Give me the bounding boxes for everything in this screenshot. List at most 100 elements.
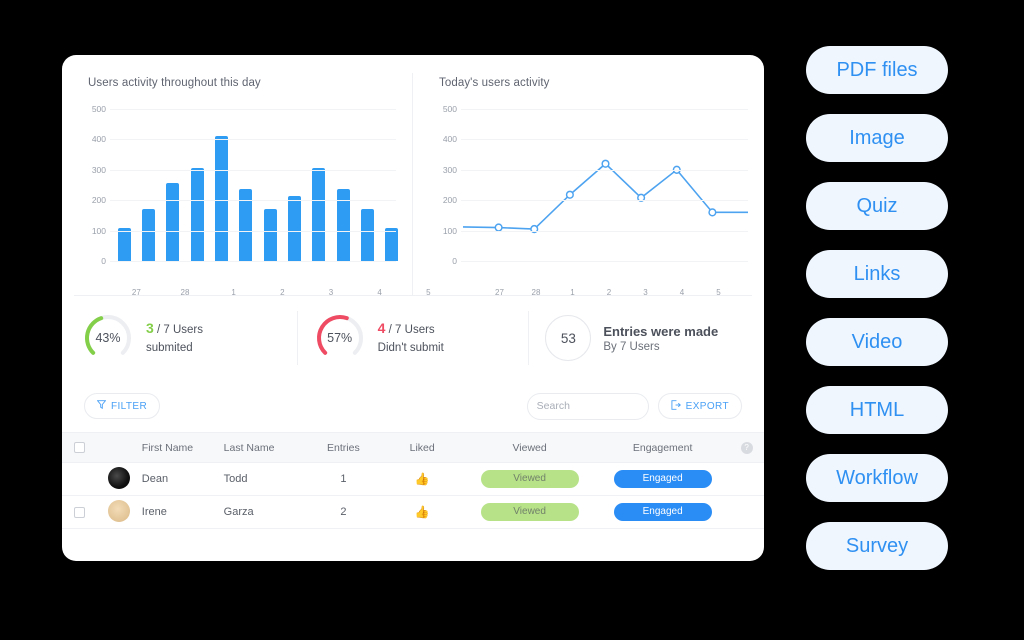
screen: Users activity throughout this day 0 100 2… [0,0,1024,640]
cell-engagement: Engaged [596,462,730,496]
gridline [110,200,396,202]
data-point [708,208,717,217]
header-engagement[interactable]: Engagement [596,432,730,463]
users-table: First Name Last Name Entries Liked Viewe… [62,432,764,529]
header-first-name[interactable]: First Name [141,432,224,463]
y-axis-tick: 100 [442,225,457,236]
data-point [565,190,574,199]
line-series [462,103,748,281]
side-pill-survey[interactable]: Survey [806,522,948,570]
engagement-badge: Engaged [613,470,712,488]
cell-last-name: Garza [223,495,306,529]
y-axis-tick: 300 [91,164,106,175]
submitted-percent: 43% [95,331,121,345]
x-axis-tick: 3 [328,288,334,297]
side-pill-html[interactable]: HTML [806,386,948,434]
row-end-cell [729,462,764,496]
not-submitted-gauge: 57% [314,312,366,364]
bar [288,196,301,261]
y-axis-tick: 200 [442,195,457,206]
select-all-checkbox[interactable] [73,442,85,454]
dashboard-card: Users activity throughout this day 0 100 2… [62,55,764,561]
row-select-cell [62,462,97,496]
x-axis-tick: 27 [131,288,141,297]
viewed-badge: Viewed [480,503,579,521]
table-row[interactable]: Irene Garza 2 👍 Viewed Engaged [62,495,764,529]
search-input[interactable] [536,400,672,412]
not-submitted-text: 4 / 7 Users Didn't submit [378,318,444,358]
filter-button[interactable]: FILTER [84,393,161,419]
x-axis-tick: 3 [643,288,648,297]
charts-row: Users activity throughout this day 0 100 2… [62,55,764,297]
entries-subline: By 7 Users [603,340,660,353]
row-select-cell [62,495,97,529]
bar-chart-panel: Users activity throughout this day 0 100 2… [62,73,431,297]
side-pill-pdf-files[interactable]: PDF files [806,46,948,94]
bar-chart-plot: 0 100 200 300 400 500 27 28 1 2 3 4 5 [76,103,431,297]
not-submitted-count: 4 [377,320,386,337]
side-pill-quiz[interactable]: Quiz [806,182,948,230]
gridline [461,139,748,141]
cell-engagement: Engaged [596,495,730,529]
x-axis-tick: 2 [606,288,612,297]
bar-series [112,103,399,281]
header-help: ? [729,432,764,463]
help-icon[interactable]: ? [740,442,753,454]
search-box[interactable] [526,392,682,420]
cell-last-name: Todd [223,462,306,496]
x-axis-tick: 4 [679,288,685,297]
header-entries[interactable]: Entries [305,432,382,463]
y-axis-tick: 400 [91,134,106,145]
export-icon [671,399,681,413]
export-label: EXPORT [685,400,729,412]
header-viewed[interactable]: Viewed [463,432,597,463]
side-pill-video[interactable]: Video [806,318,948,366]
thumbs-up-icon[interactable]: 👍 [415,472,430,486]
cell-viewed: Viewed [463,495,597,529]
table-head: First Name Last Name Entries Liked Viewe… [62,432,764,463]
row-end-cell [729,495,764,529]
cell-first-name: Irene [141,495,224,529]
entries-count: 53 [545,315,592,361]
table-row[interactable]: Dean Todd 1 👍 Viewed Engaged [62,462,764,496]
stat-submitted: 43% 3 / 7 Users submited [66,311,297,365]
cell-entries: 1 [305,462,382,496]
gridline [110,139,396,141]
header-liked[interactable]: Liked [381,432,464,463]
submitted-gauge: 43% [82,312,134,364]
line-chart-title: Today's users activity [439,77,550,89]
line-chart-plot: 0 100 200 300 400 500 27 28 1 2 3 4 5 [427,103,752,297]
side-pill-workflow[interactable]: Workflow [806,454,948,502]
content-type-pill-list: PDF files Image Quiz Links Video HTML Workflow… [806,46,948,570]
row-checkbox[interactable] [73,506,85,518]
avatar-header [96,432,142,463]
export-button[interactable]: EXPORT [657,393,742,419]
stat-not-submitted: 57% 4 / 7 Users Didn't submit [296,311,529,365]
y-axis-tick: 400 [442,134,457,145]
submitted-count: 3 [146,320,154,337]
side-pill-links[interactable]: Links [806,250,948,298]
cell-entries: 2 [305,495,382,529]
cell-liked: 👍 [381,495,464,529]
side-pill-image[interactable]: Image [806,114,948,162]
bar [263,209,277,261]
bar [385,227,399,261]
stat-entries: 53 Entries were made By 7 Users [528,311,760,365]
gridline [110,230,396,232]
x-axis-tick: 28 [180,288,190,297]
bar [142,209,155,261]
y-axis-tick: 300 [442,164,457,175]
line-path [462,162,748,230]
cell-first-name: Dean [141,462,224,496]
gridline [461,169,748,171]
entries-text: Entries were made By 7 Users [603,324,718,353]
not-submitted-percent: 57% [327,331,353,345]
thumbs-up-icon[interactable]: 👍 [415,505,430,519]
header-last-name[interactable]: Last Name [223,432,306,463]
avatar [108,466,131,489]
not-submitted-line2: Didn't submit [377,342,444,354]
cell-liked: 👍 [381,462,464,496]
x-axis-tick: 27 [495,288,504,297]
gridline [110,169,396,171]
x-axis-tick: 1 [570,288,575,297]
